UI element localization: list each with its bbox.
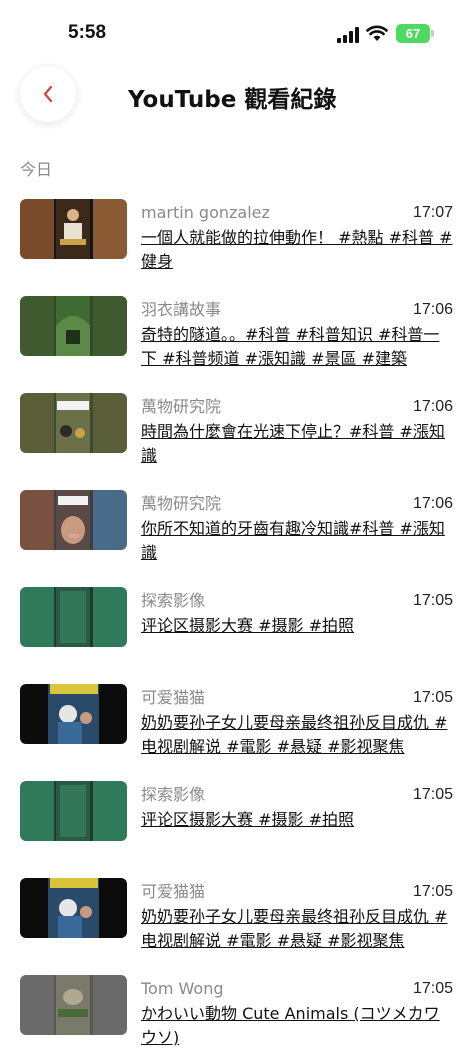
history-item[interactable]: 可爱猫猫 17:05 奶奶要孙子女儿要母亲最终祖孙反目成仇 #电视剧解说 #電影… xyxy=(0,681,473,761)
channel-name: 羽衣講故事 xyxy=(141,300,222,319)
video-thumbnail xyxy=(20,490,127,550)
status-time: 5:58 xyxy=(68,22,107,43)
battery-tip xyxy=(431,30,434,37)
video-thumbnail xyxy=(20,393,127,453)
video-title-link[interactable]: 奇特的隧道。。#科普 #科普知识 #科普一下 #科普频道 #漲知識 #景區 #建… xyxy=(141,323,453,371)
video-thumbnail xyxy=(20,975,127,1035)
cellular-signal-icon xyxy=(337,27,359,43)
video-title-link[interactable]: 時間為什麼會在光速下停止？#科普 #漲知識 xyxy=(141,420,453,468)
channel-name: 探索影像 xyxy=(141,785,206,804)
video-thumbnail xyxy=(20,587,127,647)
history-item[interactable]: 探索影像 17:05 评论区摄影大赛 #摄影 #拍照 xyxy=(0,778,473,858)
video-title-link[interactable]: 评论区摄影大赛 #摄影 #拍照 xyxy=(141,614,453,638)
battery-indicator: 67 xyxy=(396,24,430,43)
watch-time: 17:05 xyxy=(412,786,453,803)
watch-time: 17:05 xyxy=(412,592,453,609)
video-thumbnail xyxy=(20,296,127,356)
video-thumbnail xyxy=(20,199,127,259)
video-title-link[interactable]: 奶奶要孙子女儿要母亲最终祖孙反目成仇 #电视剧解说 #電影 #悬疑 #影视聚焦 xyxy=(141,711,453,759)
channel-name: martin gonzalez xyxy=(141,203,270,222)
channel-name: 可爱猫猫 xyxy=(141,882,206,901)
chevron-left-icon xyxy=(43,85,53,103)
page-title: YouTube 觀看紀錄 xyxy=(128,87,337,113)
watch-time: 17:06 xyxy=(412,301,453,318)
video-thumbnail xyxy=(20,878,127,938)
video-title-link[interactable]: 评论区摄影大赛 #摄影 #拍照 xyxy=(141,808,453,832)
watch-time: 17:05 xyxy=(412,689,453,706)
back-button[interactable] xyxy=(20,66,76,122)
history-item[interactable]: 探索影像 17:05 评论区摄影大赛 #摄影 #拍照 xyxy=(0,584,473,664)
video-title-link[interactable]: かわいい動物 Cute Animals (コツメカワウソ) xyxy=(141,1002,453,1050)
video-title-link[interactable]: 奶奶要孙子女儿要母亲最终祖孙反目成仇 #电视剧解说 #電影 #悬疑 #影视聚焦 xyxy=(141,905,453,953)
history-item[interactable]: 萬物研究院 17:06 你所不知道的牙齒有趣冷知識#科普 #漲知識 xyxy=(0,487,473,567)
video-title-link[interactable]: 一個人就能做的拉伸動作！ #熱點 #科普 #健身 xyxy=(141,226,453,274)
video-title-link[interactable]: 你所不知道的牙齒有趣冷知識#科普 #漲知識 xyxy=(141,517,453,565)
channel-name: 可爱猫猫 xyxy=(141,688,206,707)
watch-time: 17:06 xyxy=(412,398,453,415)
watch-time: 17:05 xyxy=(412,980,453,997)
channel-name: 萬物研究院 xyxy=(141,397,222,416)
history-item[interactable]: martin gonzalez 17:07 一個人就能做的拉伸動作！ #熱點 #… xyxy=(0,196,473,276)
status-bar: 5:58 67 xyxy=(0,0,473,64)
channel-name: 探索影像 xyxy=(141,591,206,610)
video-thumbnail xyxy=(20,684,127,744)
header: YouTube 觀看紀錄 xyxy=(0,64,473,128)
channel-name: Tom Wong xyxy=(141,979,224,998)
wifi-icon xyxy=(366,25,388,41)
watch-time: 17:06 xyxy=(412,495,453,512)
watch-time: 17:07 xyxy=(412,204,453,221)
section-label-today: 今日 xyxy=(20,160,53,179)
watch-time: 17:05 xyxy=(412,883,453,900)
channel-name: 萬物研究院 xyxy=(141,494,222,513)
history-item[interactable]: Tom Wong 17:05 かわいい動物 Cute Animals (コツメカ… xyxy=(0,972,473,1052)
history-item[interactable]: 萬物研究院 17:06 時間為什麼會在光速下停止？#科普 #漲知識 xyxy=(0,390,473,470)
history-item[interactable]: 羽衣講故事 17:06 奇特的隧道。。#科普 #科普知识 #科普一下 #科普频道… xyxy=(0,293,473,373)
video-thumbnail xyxy=(20,781,127,841)
history-item[interactable]: 可爱猫猫 17:05 奶奶要孙子女儿要母亲最终祖孙反目成仇 #电视剧解说 #電影… xyxy=(0,875,473,955)
